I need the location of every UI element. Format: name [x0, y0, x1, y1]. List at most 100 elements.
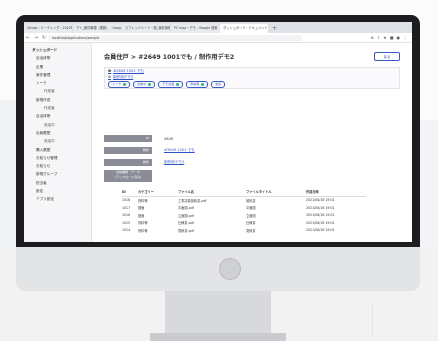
table-row[interactable]: 1016 図面 立面図.pdf 立面図 2021/08/16 19:01	[122, 212, 366, 220]
sidebar-item[interactable]: 購入履歴	[24, 146, 91, 154]
table-cell: 1017	[122, 205, 131, 210]
table-row[interactable]: 1014 資料等 見積書.pdf 見積書 2021/08/16 19:01	[122, 227, 366, 235]
table-cell: 2021/08/16 19:01	[306, 228, 335, 233]
info-link-text[interactable]: #2649 1001 でも	[113, 69, 144, 73]
browser-tab-active[interactable]: ダッシュボード・ドキュメント管理	[220, 24, 268, 33]
url-field[interactable]: localhost/applications/sample	[48, 34, 302, 41]
forward-arrow-icon[interactable]: →	[32, 35, 40, 41]
filter-chips: トーク 全体ID デモ社員 申請者 未読	[105, 81, 399, 88]
table-cell: 契約書	[246, 198, 256, 203]
monitor-stand-foot	[150, 333, 286, 341]
table-cell: 工事請負契約書.pdf	[178, 198, 207, 203]
sidebar-subitem[interactable]: 追加中	[24, 137, 91, 145]
sidebar-item[interactable]: 案件管理	[24, 71, 91, 79]
new-tab-icon[interactable]: +	[269, 24, 280, 33]
info-link-text[interactable]: 制作用デモ2	[113, 75, 133, 79]
extension-icons: ⊕ ⇪ ★ ■ ● ⋮	[370, 35, 412, 40]
chip-label: 未読	[215, 82, 222, 86]
table-cell: 1016	[122, 213, 131, 218]
detail-label: ID	[104, 135, 152, 142]
menu-icon[interactable]: ⋮	[403, 35, 407, 40]
files-section: 交換書類・データ (アップロード済み)	[104, 169, 152, 182]
table-cell: 1018	[122, 198, 131, 203]
sidebar-item[interactable]: 新規グループ	[24, 170, 91, 178]
filter-chip[interactable]: 全体ID	[133, 81, 156, 88]
table-header-cell: ファイル名	[178, 188, 246, 197]
browser-tab[interactable]: GitLab・ミーティング・2022年9月・	[24, 24, 72, 33]
table-cell: 1014	[122, 228, 131, 233]
files-label-line: 交換書類・データ	[115, 169, 140, 174]
table-cell: 立面図.pdf	[178, 213, 194, 218]
detail-link[interactable]: #2649 1001 でも	[164, 148, 195, 153]
info-link-demo[interactable]: ⊕ 制作用デモ2	[105, 74, 399, 80]
info-box: ❶ #2649 1001 でも ⊕ 制作用デモ2 トーク 全体ID デモ社員 申請者…	[104, 67, 400, 89]
monitor-chin	[16, 247, 420, 291]
table-row[interactable]: 1017 図面 平面図.pdf 平面図 2021/08/16 19:01	[122, 204, 366, 212]
detail-value: 2649	[164, 136, 174, 141]
sidebar-item[interactable]: アプリ設定	[24, 195, 91, 203]
filter-chip[interactable]: 未読	[211, 81, 226, 88]
sidebar-item[interactable]: 自治体等	[24, 54, 91, 62]
table-cell: 見積書	[246, 228, 256, 233]
table-row[interactable]: 1015 資料等 仕様書.pdf 仕様書 2021/08/16 19:01	[122, 219, 366, 227]
sidebar-item[interactable]: 担当者	[24, 179, 91, 187]
files-label: 交換書類・データ (アップロード済み)	[104, 169, 152, 182]
table-cell: 資料等	[138, 228, 148, 233]
back-arrow-icon[interactable]: ←	[24, 35, 32, 41]
status-dot-icon	[148, 82, 152, 86]
share-icon[interactable]: ⇪	[377, 35, 380, 40]
table-row[interactable]: 1018 資料等 工事請負契約書.pdf 契約書 2021/08/16 19:0…	[122, 196, 366, 204]
monitor-button-icon	[219, 258, 241, 280]
table-cell: 2021/08/16 19:01	[306, 220, 335, 225]
table-cell: 仕様書.pdf	[178, 221, 194, 226]
sidebar-subitem[interactable]: 作成者	[24, 104, 91, 112]
page-title: 会員住戸 > #2649 1001でも / 制作用デモ2	[104, 54, 235, 61]
files-label-line: (アップロード済み)	[114, 174, 142, 179]
star-icon[interactable]: ★	[383, 35, 387, 40]
table-header-cell: 作成日時	[306, 188, 366, 197]
detail-label: 物件	[104, 147, 152, 154]
sidebar-item[interactable]: 企業	[24, 63, 91, 71]
table-cell: 1015	[122, 220, 131, 225]
info-icon: ❶	[108, 69, 112, 73]
sidebar-item[interactable]: トーク	[24, 79, 91, 87]
table-header-cell: ID	[122, 188, 138, 197]
detail-row-id: ID 2649	[104, 135, 173, 142]
back-button[interactable]: 戻る	[374, 52, 400, 61]
sidebar-subitem[interactable]: 作成者	[24, 87, 91, 95]
reload-icon[interactable]: ↻	[40, 35, 48, 41]
sidebar-item[interactable]: ダッシュボード	[24, 46, 91, 54]
files-table: ID カテゴリー ファイル名 ファイルタイトル 作成日時 1018 資料等 工事…	[122, 188, 366, 234]
zoom-icon[interactable]: ⊕	[370, 35, 373, 40]
table-cell: 平面図	[246, 206, 256, 211]
filter-chip[interactable]: デモ社員	[158, 81, 184, 88]
filter-chip[interactable]: トーク	[108, 81, 131, 88]
sidebar-item[interactable]: 設定	[24, 187, 91, 195]
detail-row-demo: 物件 制作用デモ2	[104, 159, 184, 166]
background-divider	[372, 305, 373, 335]
table-cell: 仕様書	[246, 221, 256, 226]
browser-tab[interactable]: スプレッドシート・新_案件管理表	[122, 24, 170, 33]
main-content: 会員住戸 > #2649 1001でも / 制作用デモ2 戻る ❶ #2649 1…	[92, 43, 412, 242]
link-icon: ⊕	[108, 75, 112, 79]
status-dot-icon	[123, 82, 127, 86]
chip-label: 申請者	[190, 82, 200, 86]
table-header-row: ID カテゴリー ファイル名 ファイルタイトル 作成日時	[122, 188, 366, 197]
table-cell: 2021/08/16 19:01	[306, 213, 335, 218]
detail-label: 物件	[104, 159, 152, 166]
table-cell: 資料等	[138, 198, 148, 203]
profile-icon[interactable]: ●	[397, 35, 401, 40]
browser-tab[interactable]: PC map・デモ - Google 検索	[171, 24, 219, 33]
sidebar-item[interactable]: お知らせ	[24, 162, 91, 170]
table-cell: 立面図	[246, 213, 256, 218]
browser-tab[interactable]: アイ_案件管理（更新） - Google	[73, 24, 121, 33]
sidebar-item[interactable]: 出版履歴	[24, 129, 91, 137]
detail-link[interactable]: 制作用デモ2	[164, 160, 184, 165]
filter-chip[interactable]: 申請者	[186, 81, 209, 88]
extension-icon[interactable]: ■	[390, 35, 394, 40]
sidebar-item[interactable]: お知らせ管理	[24, 154, 91, 162]
status-dot-icon	[201, 82, 205, 86]
sidebar-subitem[interactable]: 追加中	[24, 121, 91, 129]
sidebar-item[interactable]: 新規作成	[24, 96, 91, 104]
sidebar-item[interactable]: 自治体等	[24, 112, 91, 120]
